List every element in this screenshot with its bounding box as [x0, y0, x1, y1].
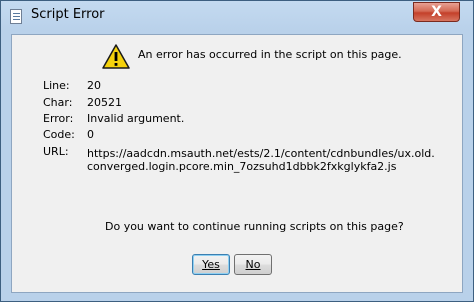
continue-question: Do you want to continue running scripts …	[105, 220, 404, 233]
code-label: Code:	[43, 128, 75, 141]
close-button[interactable]: X	[413, 2, 460, 22]
error-label: Error:	[43, 112, 74, 125]
window-title: Script Error	[31, 7, 105, 22]
close-icon: X	[431, 4, 442, 20]
error-value: Invalid argument.	[87, 112, 185, 125]
line-label: Line:	[43, 79, 70, 92]
char-label: Char:	[43, 96, 73, 109]
no-button[interactable]: No	[234, 254, 272, 275]
error-message: An error has occurred in the script on t…	[138, 48, 402, 61]
code-value: 0	[87, 128, 94, 141]
url-value-line1: https://aadcdn.msauth.net/ests/2.1/conte…	[87, 147, 435, 160]
title-bar[interactable]: Script Error X	[1, 1, 473, 32]
warning-icon	[102, 44, 130, 69]
script-error-window: Script Error X An error has occurred in …	[0, 0, 474, 302]
document-icon	[10, 9, 22, 24]
yes-button[interactable]: Yes	[192, 254, 230, 275]
yes-label: Yes	[202, 258, 220, 271]
url-value-line2: converged.login.pcore.min_7ozsuhd1dbbk2f…	[87, 160, 397, 173]
line-value: 20	[87, 79, 101, 92]
url-label: URL:	[43, 145, 69, 158]
dialog-body: An error has occurred in the script on t…	[11, 34, 463, 293]
no-label: No	[245, 258, 261, 271]
char-value: 20521	[87, 96, 122, 109]
